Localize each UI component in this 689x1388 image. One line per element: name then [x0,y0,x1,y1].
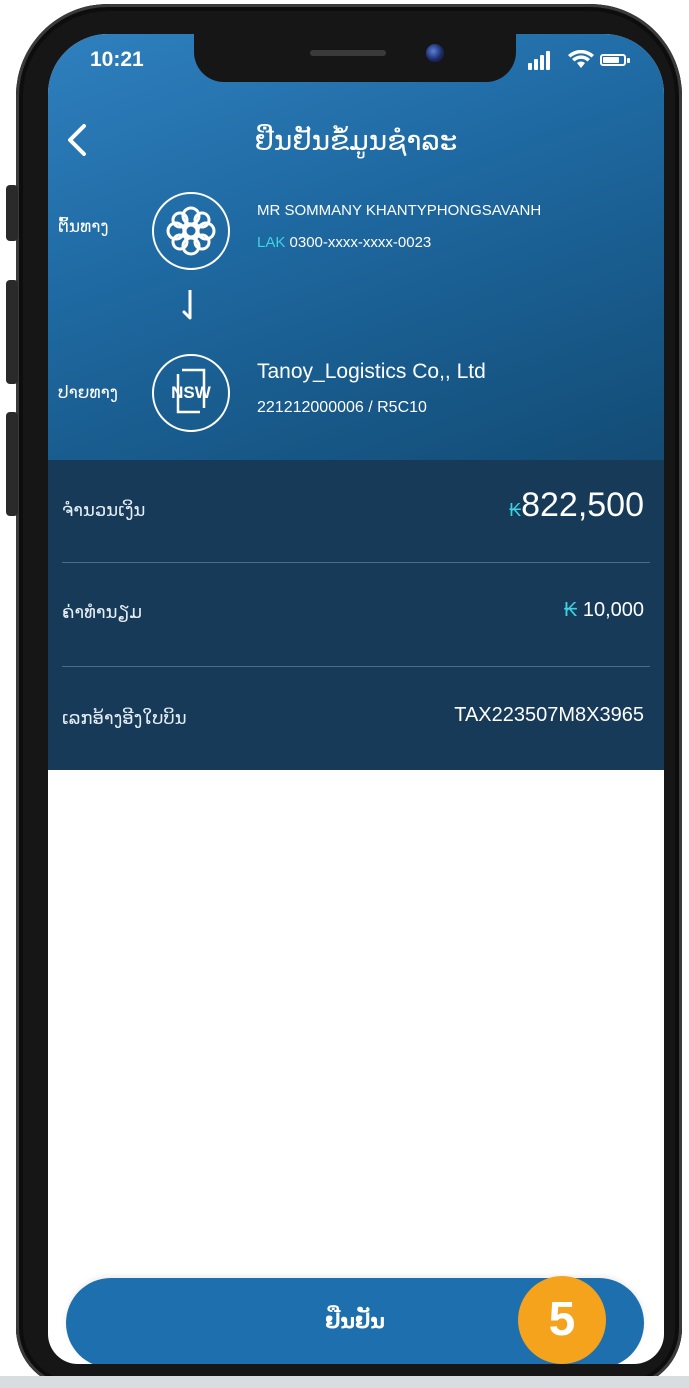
signal-icon [528,63,532,70]
nsw-logo: NSW [152,354,230,432]
stage: 10:21 ຢືນຢັນຂໍ້ມູນຊຳລະ ຕົ້ນທາງ MR SOMMAN… [0,0,689,1388]
divider [62,666,650,667]
phone-mute-switch [6,185,18,241]
signal-bar-2 [534,59,538,70]
amount-label: ຈຳນວນເງິນ [62,500,146,520]
source-account-number: LAK 0300-xxxx-xxxx-0023 [257,234,431,251]
amount-currency: ₭ [509,500,522,520]
destination-reference: 221212000006 / R5C10 [257,399,427,416]
divider [62,562,650,563]
source-label: ຕົ້ນທາງ [58,217,109,236]
phone-screen: 10:21 ຢືນຢັນຂໍ້ມູນຊຳລະ ຕົ້ນທາງ MR SOMMAN… [48,34,664,1364]
source-account-name: MR SOMMANY KHANTYPHONGSAVANH [257,202,542,219]
destination-name: Tanoy_Logistics Co,, Ltd [257,360,486,383]
phone-volume-down [6,412,18,516]
bank-logo-icon [166,206,216,256]
page-title: ຢືນຢັນຂໍ້ມູນຊຳລະ [254,125,458,156]
wifi-icon [568,50,594,68]
amount-row: ຈຳນວນເງິນ ₭822,500 [48,460,664,560]
reference-value: TAX223507M8X3965 [454,704,644,726]
phone-notch [194,34,516,82]
arrow-down-icon [182,290,192,320]
bank-logo [152,192,230,270]
fee-label: ຄ່າທຳນຽມ [62,602,143,622]
front-camera [426,44,444,62]
source-currency: LAK [257,234,286,251]
status-time: 10:21 [90,48,144,71]
fee-number: 10,000 [582,599,644,621]
fee-value: ₭ 10,000 [564,599,644,622]
speaker-grill [310,50,386,56]
status-icons [528,50,638,70]
battery-tip [627,58,630,63]
amount-value: ₭822,500 [509,486,644,525]
source-account-digits: 0300-xxxx-xxxx-0023 [289,234,432,251]
phone-volume-up [6,280,18,384]
nsw-logo-icon: NSW [171,368,212,414]
signal-bar-4 [546,51,550,70]
bottom-edge [0,1376,689,1388]
nsw-logo-text: NSW [171,383,212,402]
destination-label: ປາຍທາງ [58,383,118,402]
amount-number: 822,500 [521,486,644,524]
payment-summary: ຈຳນວນເງິນ ₭822,500 ຄ່າທຳນຽມ ₭ 10,000 ເລກ… [48,460,664,770]
battery-icon [600,54,626,66]
fee-currency: ₭ [563,599,578,621]
back-chevron-icon[interactable] [62,122,92,158]
reference-row: ເລກອ້າງອີງໃບບິນ TAX223507M8X3965 [48,668,664,768]
battery-level [603,57,619,63]
reference-label: ເລກອ້າງອີງໃບບິນ [62,708,187,728]
signal-bar-3 [540,55,544,70]
fee-row: ຄ່າທຳນຽມ ₭ 10,000 [48,564,664,664]
step-number-badge: 5 [518,1276,606,1364]
